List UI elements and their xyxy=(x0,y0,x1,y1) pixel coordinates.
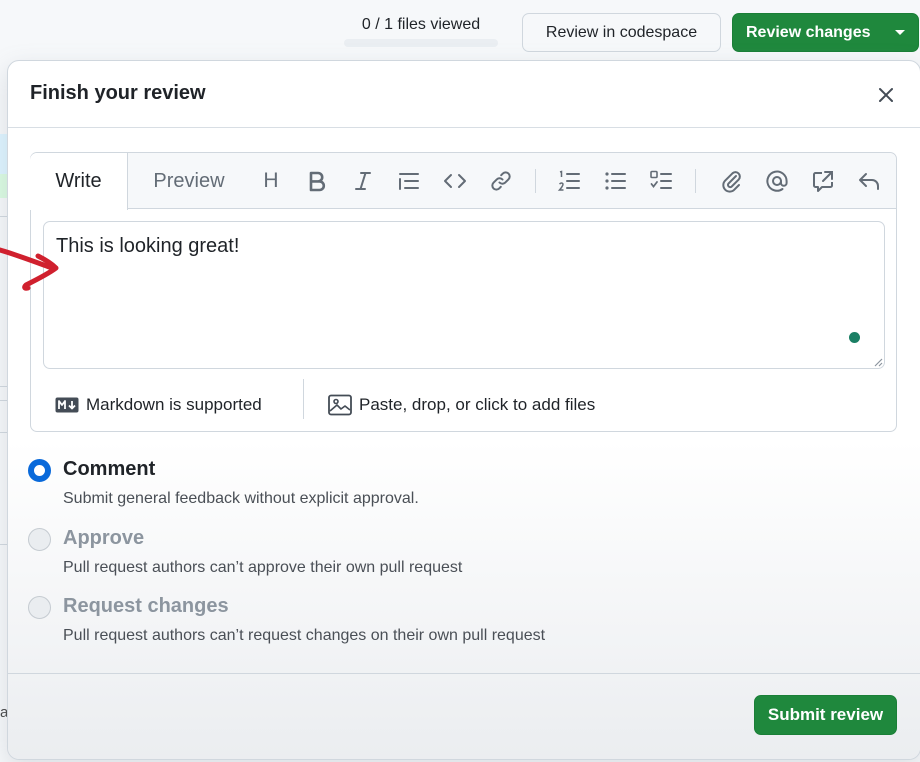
popover-header: Finish your review xyxy=(8,61,920,128)
option-approve[interactable]: Approve Pull request authors can’t appro… xyxy=(28,527,888,585)
annotation-arrow-icon xyxy=(0,247,59,291)
comment-textarea[interactable]: This is looking great! xyxy=(43,221,885,369)
option-request-changes-label: Request changes xyxy=(63,595,229,617)
code-icon[interactable] xyxy=(441,167,469,195)
option-comment-description: Submit general feedback without explicit… xyxy=(63,490,419,507)
resize-handle-icon[interactable] xyxy=(871,355,883,367)
close-icon xyxy=(879,88,893,102)
attach-note-label: Paste, drop, or click to add files xyxy=(359,395,596,414)
editor-footer: Markdown is supported Paste, drop, or cl… xyxy=(31,379,896,431)
footer-divider xyxy=(303,379,304,419)
bold-icon[interactable] xyxy=(303,167,331,195)
option-comment[interactable]: Comment Submit general feedback without … xyxy=(28,458,888,516)
markdown-note-label: Markdown is supported xyxy=(86,395,262,414)
option-comment-label: Comment xyxy=(63,458,156,480)
toolbar-divider xyxy=(695,169,696,193)
status-dot-icon xyxy=(849,332,860,343)
submit-review-button[interactable]: Submit review xyxy=(754,695,897,735)
finish-review-popover: Finish your review Write Preview H This … xyxy=(7,60,920,760)
heading-icon[interactable]: H xyxy=(257,167,285,195)
popover-footer-divider xyxy=(8,673,920,674)
files-viewed-progress-bar xyxy=(344,39,498,47)
markdown-supported-link[interactable]: Markdown is supported xyxy=(55,391,262,419)
mention-icon[interactable] xyxy=(763,167,791,195)
popover-title: Finish your review xyxy=(30,82,206,104)
saved-reply-icon[interactable] xyxy=(855,167,883,195)
review-changes-button[interactable]: Review changes xyxy=(732,13,919,52)
option-request-changes-description: Pull request authors can’t request chang… xyxy=(63,627,546,644)
tab-preview[interactable]: Preview xyxy=(149,153,229,210)
option-approve-description: Pull request authors can’t approve their… xyxy=(63,559,463,576)
editor-toolbar: Write Preview H xyxy=(30,153,896,210)
paperclip-icon[interactable] xyxy=(717,167,745,195)
attach-files-button[interactable]: Paste, drop, or click to add files xyxy=(328,391,595,419)
radio-comment[interactable] xyxy=(28,459,51,482)
radio-request-changes[interactable] xyxy=(28,596,51,619)
close-button[interactable] xyxy=(872,81,900,109)
radio-approve[interactable] xyxy=(28,528,51,551)
option-request-changes[interactable]: Request changes Pull request authors can… xyxy=(28,595,888,653)
markdown-icon xyxy=(55,397,79,413)
review-changes-label: Review changes xyxy=(746,23,871,41)
comment-text: This is looking great! xyxy=(56,235,240,257)
files-viewed-count: 0 / 1 files viewed xyxy=(361,16,481,33)
quote-icon[interactable] xyxy=(395,167,423,195)
numbered-list-icon[interactable] xyxy=(555,167,583,195)
tab-write[interactable]: Write xyxy=(30,153,128,210)
pull-request-toolbar: 0 / 1 files viewed Review in codespace R… xyxy=(0,0,920,62)
cross-reference-icon[interactable] xyxy=(809,167,837,195)
review-in-codespace-button[interactable]: Review in codespace xyxy=(522,13,721,52)
triangle-down-icon xyxy=(895,30,905,35)
image-icon xyxy=(328,394,352,416)
italic-icon[interactable] xyxy=(349,167,377,195)
link-icon[interactable] xyxy=(487,167,515,195)
option-approve-label: Approve xyxy=(63,527,145,549)
comment-editor: Write Preview H This is looking great! M… xyxy=(30,152,897,432)
toolbar-divider xyxy=(535,169,536,193)
bulleted-list-icon[interactable] xyxy=(601,167,629,195)
task-list-icon[interactable] xyxy=(647,167,675,195)
